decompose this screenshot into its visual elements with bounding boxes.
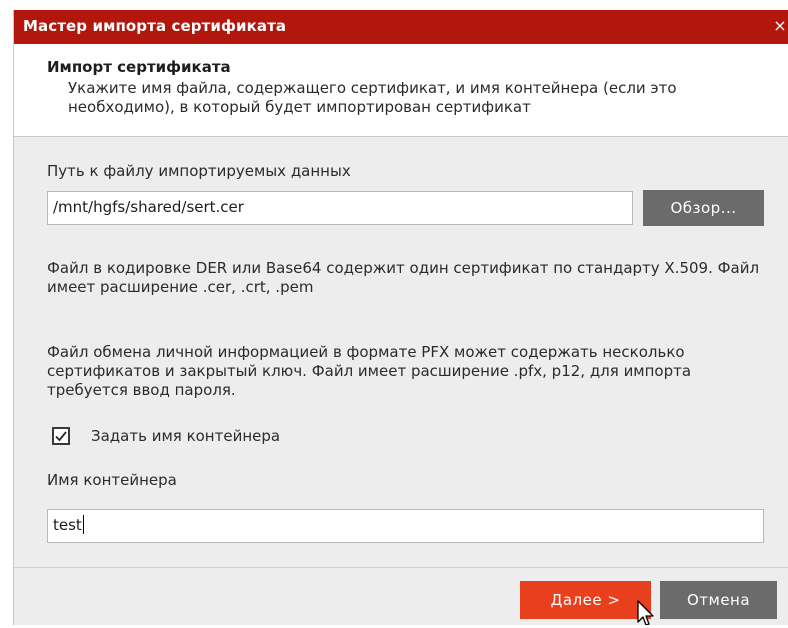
browse-button[interactable]: Обзор... — [643, 190, 764, 226]
page-title: Импорт сертификата — [47, 58, 231, 76]
container-name-checkbox-label[interactable]: Задать имя контейнера — [91, 427, 280, 445]
window-title: Мастер импорта сертификата — [23, 17, 287, 35]
cancel-button[interactable]: Отмена — [660, 581, 777, 619]
pfx-info-text: Файл обмена личной информацией в формате… — [47, 343, 692, 399]
wizard-footer: Далее > Отмена — [14, 567, 788, 625]
container-name-label: Имя контейнера — [47, 471, 177, 489]
wizard-header: Импорт сертификата Укажите имя файла, со… — [14, 44, 788, 137]
next-button[interactable]: Далее > — [520, 581, 651, 619]
file-path-input[interactable]: /mnt/hgfs/shared/sert.cer — [47, 191, 633, 225]
close-icon[interactable]: × — [771, 16, 788, 36]
der-info-text: Файл в кодировке DER или Base64 содержит… — [47, 259, 760, 296]
wizard-content: Путь к файлу импортируемых данных /mnt/h… — [14, 137, 788, 567]
checkmark-icon — [55, 431, 67, 442]
text-caret — [82, 515, 84, 534]
page-description: Укажите имя файла, содержащего сертифика… — [68, 79, 677, 116]
container-name-input[interactable]: test — [47, 509, 764, 543]
title-bar: Мастер импорта сертификата × — [14, 10, 788, 44]
container-name-checkbox[interactable] — [52, 427, 70, 445]
container-name-value: test — [53, 516, 82, 534]
file-path-label: Путь к файлу импортируемых данных — [47, 162, 351, 180]
import-certificate-dialog: Мастер импорта сертификата × Импорт серт… — [13, 10, 788, 625]
